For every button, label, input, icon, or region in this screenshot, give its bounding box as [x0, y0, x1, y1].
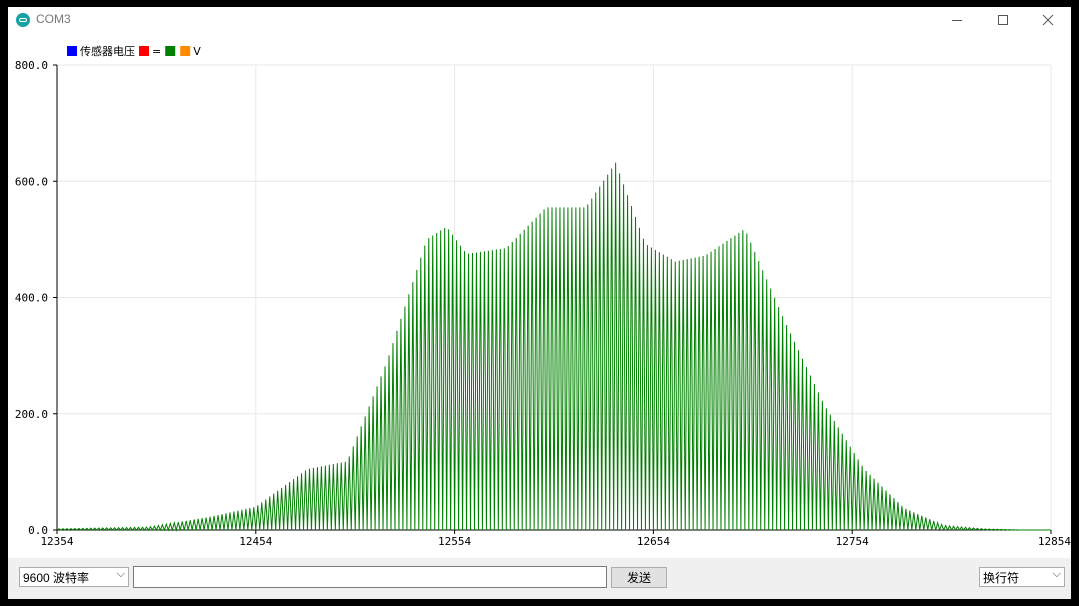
- minimize-button[interactable]: [934, 7, 980, 33]
- baud-rate-select[interactable]: 9600 波特率 ⌵: [19, 567, 129, 587]
- x-tick-label: 12754: [836, 535, 869, 548]
- legend-label: =: [152, 45, 161, 58]
- x-tick-label: 12554: [438, 535, 471, 548]
- close-button[interactable]: [1025, 7, 1071, 33]
- baud-rate-label: 9600 波特率: [23, 571, 90, 585]
- bottom-toolbar: 9600 波特率 ⌵ 发送 换行符 ⌵: [8, 558, 1071, 599]
- line-ending-label: 换行符: [983, 571, 1020, 585]
- x-tick-label: 12654: [637, 535, 670, 548]
- chevron-down-icon: ⌵: [1052, 568, 1061, 580]
- line-ending-select[interactable]: 换行符 ⌵: [979, 567, 1065, 587]
- legend-swatch: [165, 46, 176, 56]
- send-input[interactable]: [133, 566, 607, 588]
- title-bar: COM3: [8, 7, 1071, 33]
- send-button[interactable]: 发送: [611, 567, 667, 588]
- close-icon: [1042, 14, 1054, 26]
- plot-area: 0.0 200.0 400.0 600.0 800.0 12354 12454 12554 12…: [8, 33, 1071, 558]
- serial-plot-chart: 0.0200.0400.0600.0800.012354 12454 12554 12…: [15, 45, 1071, 548]
- legend: 传感器电压 = V: [67, 45, 201, 58]
- y-tick-label: 800.0: [15, 59, 48, 72]
- tick-labels: 0.0200.0400.0600.0800.012354 12454 12554 12…: [15, 59, 1071, 548]
- arduino-app-icon: [16, 13, 30, 27]
- legend-label: 传感器电压: [80, 45, 135, 58]
- legend-swatch: [67, 46, 77, 56]
- window-title: COM3: [36, 12, 71, 26]
- x-tick-label: 12354: [40, 535, 73, 548]
- y-tick-label: 400.0: [15, 292, 48, 305]
- x-tick-label: 12454: [239, 535, 272, 548]
- series-line: [56, 162, 1051, 532]
- legend-swatch: [139, 46, 149, 56]
- x-tick-label: 12854: [1038, 535, 1071, 548]
- chevron-down-icon: ⌵: [116, 568, 125, 580]
- legend-swatch: [180, 46, 191, 56]
- axes: [53, 64, 1052, 534]
- maximize-button[interactable]: [980, 7, 1026, 33]
- series: [56, 162, 1051, 532]
- minimize-icon: [952, 20, 962, 21]
- legend-label: V: [193, 45, 201, 58]
- maximize-icon: [998, 15, 1008, 25]
- y-tick-label: 200.0: [15, 408, 48, 421]
- y-tick-label: 600.0: [15, 175, 48, 188]
- serial-plotter-window: COM3 0.0 200.0 400.0 600.0 800.0 12354 12454 12…: [8, 7, 1071, 599]
